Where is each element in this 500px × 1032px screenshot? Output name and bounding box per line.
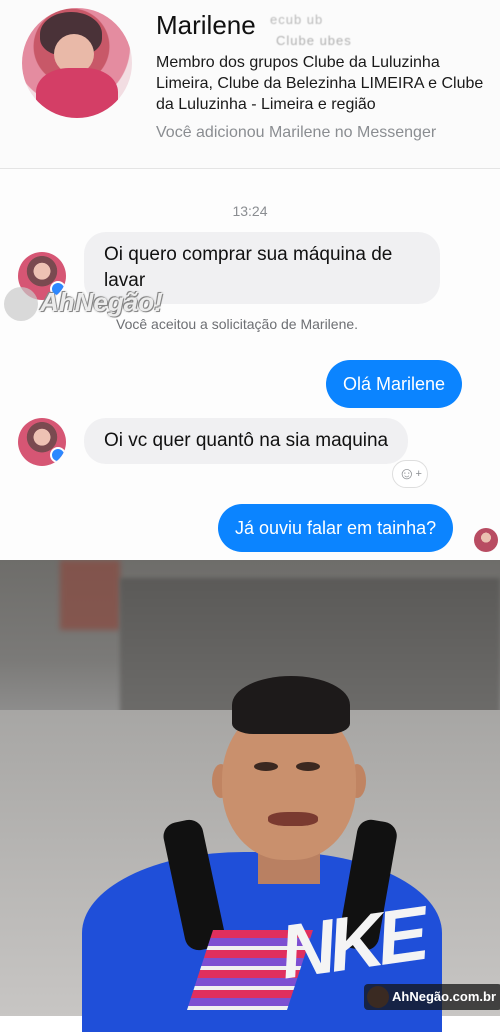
- skull-logo-icon: [4, 287, 38, 322]
- message-outgoing[interactable]: Já ouviu falar em tainha?: [218, 504, 454, 552]
- contact-header: Marilene ecub ub Clube ubes Membro dos g…: [0, 0, 500, 169]
- sender-avatar[interactable]: [18, 418, 66, 466]
- messenger-badge-icon: [50, 447, 66, 463]
- contact-name: Marilene: [156, 10, 256, 40]
- seen-avatar: [474, 528, 498, 552]
- contact-avatar[interactable]: [22, 8, 132, 118]
- site-watermark-text: AhNegão.com.br: [392, 989, 497, 1004]
- message-timestamp: 13:24: [232, 203, 268, 219]
- message-incoming[interactable]: Oi vc quer quantô na sia maquina: [84, 418, 409, 464]
- messenger-screen: Marilene ecub ub Clube ubes Membro dos g…: [0, 0, 500, 560]
- site-watermark: AhNegão.com.br: [364, 984, 500, 1010]
- kid-eye-right: [296, 762, 320, 771]
- contact-groups: Membro dos grupos Clube da Luluzinha Lim…: [156, 54, 484, 113]
- kid-hair: [232, 676, 350, 734]
- kid-mouth: [268, 812, 318, 826]
- kid-eye-left: [254, 762, 278, 771]
- react-smiley-icon[interactable]: ☺+: [392, 460, 428, 488]
- added-notice: Você adicionou Marilene no Messenger: [156, 124, 437, 141]
- message-outgoing[interactable]: Olá Marilene: [326, 360, 463, 408]
- overlay-ghost-text-2: Clube ubes: [276, 33, 352, 48]
- request-accepted-notice: Você aceitou a solicitação de Marilene.: [116, 316, 359, 332]
- avatar-shirt: [36, 68, 118, 118]
- site-logo-icon: [367, 986, 389, 1008]
- overlay-ghost-text: ecub ub: [270, 12, 324, 27]
- watermark-text: AhNegão!: [40, 287, 163, 317]
- photo-background-pillar: [60, 560, 120, 630]
